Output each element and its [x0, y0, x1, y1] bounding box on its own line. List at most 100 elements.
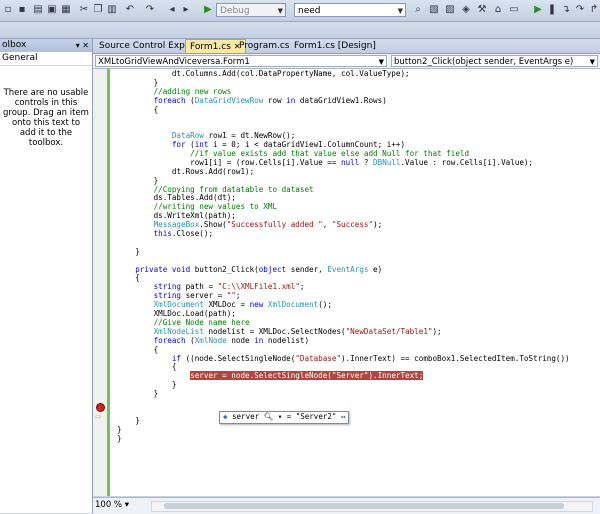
toolbox-group-label: General: [2, 53, 38, 63]
step-into-icon[interactable]: ↴: [560, 4, 572, 16]
pause-icon[interactable]: ❚: [546, 4, 558, 16]
code-line[interactable]: [117, 114, 597, 123]
chevron-down-icon: ▼: [397, 7, 403, 15]
code-token: XmlNode: [194, 335, 227, 345]
code-editor[interactable]: ⇨ dt.Columns.Add(col.DataPropertyName, c…: [93, 69, 600, 496]
redo-icon[interactable]: ↷: [144, 4, 156, 16]
configuration-select[interactable]: Debug ▼: [216, 3, 286, 17]
member-combo[interactable]: button2_Click(object sender, EventArgs e…: [391, 55, 598, 67]
code-line[interactable]: {: [117, 105, 597, 115]
code-line[interactable]: foreach (XmlNode node in nodelist): [117, 335, 597, 346]
continue-icon[interactable]: ▶: [532, 4, 544, 16]
zoom-level[interactable]: 100 % ▾: [95, 500, 129, 511]
code-line[interactable]: [117, 399, 597, 408]
step-over-icon[interactable]: ↷: [574, 4, 586, 16]
code-token: "C:\\XMLFile1.xml": [217, 282, 300, 292]
navigate-back-icon[interactable]: ◂: [166, 4, 178, 16]
add-item-icon[interactable]: ▪: [16, 4, 28, 16]
cut-icon[interactable]: ✂: [78, 4, 90, 16]
code-token: "Database": [295, 353, 342, 363]
code-token: "Successfully added ": [226, 220, 323, 230]
current-statement-arrow-icon: ⇨: [95, 412, 102, 421]
open-icon[interactable]: ▤: [32, 4, 44, 16]
code-token: button2_Click(: [190, 264, 259, 274]
toolbox-icon[interactable]: ⚒: [476, 4, 488, 16]
class-combo-value: XMLtoGridViewAndViceversa.Form1: [98, 57, 250, 67]
datatip-variable: server: [232, 412, 260, 421]
class-combo[interactable]: XMLtoGridViewAndViceversa.Form1 ▼: [95, 55, 387, 67]
code-token: if: [117, 353, 182, 363]
code-line[interactable]: }: [117, 424, 597, 435]
code-line[interactable]: [117, 239, 597, 248]
code-line[interactable]: }: [117, 380, 597, 390]
datatip[interactable]: ◆ server 🔍︎ ▾ = "Server2" ⇔: [219, 411, 350, 424]
toolbox-group-general[interactable]: General: [0, 52, 92, 66]
code-token: path =: [181, 282, 218, 292]
code-token: }: [117, 380, 177, 390]
tab-program-cs[interactable]: Program.cs: [235, 40, 293, 53]
code-line[interactable]: foreach (DataGridViewRow row in dataGrid…: [117, 95, 597, 106]
solution-explorer-icon[interactable]: ▧: [428, 4, 440, 16]
save-icon[interactable]: ▣: [46, 4, 58, 16]
toolbox-panel: olbox ▾ ✕ General There are no usable co…: [0, 39, 93, 513]
code-token: row: [263, 95, 287, 105]
tab-label: Form1.cs: [190, 42, 231, 52]
paste-icon[interactable]: ▥: [106, 4, 118, 16]
code-token: in: [254, 335, 264, 345]
code-token: dt.Rows.Add(row1);: [117, 166, 255, 176]
code-token: ();: [318, 300, 332, 310]
window-icon[interactable]: ▭: [508, 4, 520, 16]
tab-label: Form1.cs [Design]: [294, 41, 376, 51]
code-token: ;: [299, 282, 305, 292]
pin-icon[interactable]: ⇔: [341, 412, 346, 421]
undo-icon[interactable]: ↶: [124, 4, 136, 16]
copy-icon[interactable]: ❐: [92, 4, 104, 16]
change-tracking-bar: [107, 69, 110, 496]
new-project-icon[interactable]: ▫: [2, 4, 14, 16]
tab-label: Program.cs: [239, 41, 290, 51]
code-token: foreach: [117, 95, 186, 105]
object-browser-icon[interactable]: ◈: [460, 4, 472, 16]
code-token: this: [117, 229, 172, 239]
code-line[interactable]: }: [117, 434, 597, 444]
pin-close-icon[interactable]: ▾ ✕: [76, 39, 89, 52]
code-text[interactable]: dt.Columns.Add(col.DataPropertyName, col…: [117, 69, 597, 444]
properties-icon[interactable]: ▨: [444, 4, 456, 16]
find-in-files-icon[interactable]: ⌕: [412, 4, 424, 16]
code-line[interactable]: }: [117, 389, 597, 399]
code-line[interactable]: [117, 408, 597, 417]
find-combo[interactable]: need ▼: [294, 3, 406, 17]
main-toolbar: ▫ ▪ ▤ ▣ ▦ ✂ ❐ ▥ ↶ ↷ ◂ ▸ ▶ Debug ▼ need ▼…: [0, 0, 600, 22]
code-line[interactable]: this.Close();: [117, 229, 597, 239]
code-token: in: [286, 95, 296, 105]
navigate-forward-icon[interactable]: ▸: [180, 4, 192, 16]
code-token: DBNull: [373, 157, 401, 167]
code-line[interactable]: if ((node.SelectSingleNode("Database").I…: [117, 353, 597, 364]
breakpoint-icon[interactable]: [96, 403, 105, 412]
step-out-icon[interactable]: ↱: [588, 4, 600, 16]
magnifier-icon[interactable]: 🔍︎: [264, 412, 274, 421]
code-token: }: [117, 424, 122, 434]
toolbox-empty-message: There are no usable controls in this gro…: [3, 88, 89, 148]
code-line[interactable]: dt.Rows.Add(row1);: [117, 166, 597, 177]
code-token: }: [117, 246, 140, 256]
navigation-bar: XMLtoGridViewAndViceversa.Form1 ▼ button…: [93, 54, 600, 69]
code-token: ;: [235, 291, 241, 301]
code-token: }: [117, 389, 159, 399]
horizontal-scrollbar[interactable]: [151, 501, 593, 512]
code-line[interactable]: }: [117, 246, 597, 257]
start-debugging-icon[interactable]: ▶: [202, 4, 214, 16]
tab-form1-design[interactable]: Form1.cs [Design]: [290, 40, 380, 53]
save-all-icon[interactable]: ▦: [60, 4, 72, 16]
code-line[interactable]: server = node.SelectSingleNode("Server")…: [117, 371, 597, 381]
code-token: XmlDocument: [117, 300, 204, 310]
code-line[interactable]: }: [117, 416, 597, 426]
code-token: ((node.SelectSingleNode(: [181, 353, 296, 363]
scrollbar-thumb[interactable]: [164, 503, 564, 509]
start-page-icon[interactable]: ⌂: [492, 4, 504, 16]
breakpoint-margin[interactable]: [93, 69, 108, 496]
code-line[interactable]: private void button2_Click(object sender…: [117, 264, 597, 275]
code-token: //adding new rows: [117, 86, 232, 96]
code-line[interactable]: dt.Columns.Add(col.DataPropertyName, col…: [117, 69, 597, 79]
code-token: );: [432, 326, 442, 336]
